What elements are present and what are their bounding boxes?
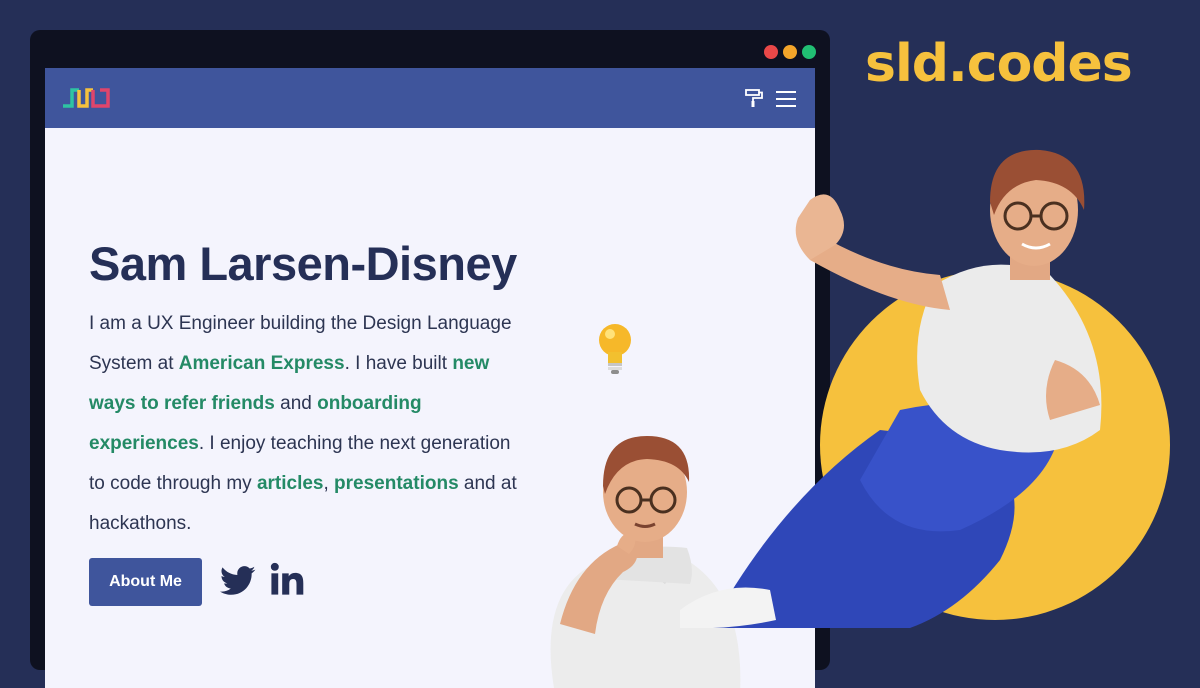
lightbulb-icon	[599, 324, 631, 374]
hamburger-menu-icon[interactable]	[776, 90, 796, 108]
linkedin-icon[interactable]	[270, 562, 304, 596]
bio-text: . I have built	[344, 353, 453, 374]
minimize-dot[interactable]	[783, 45, 797, 59]
maximize-dot[interactable]	[802, 45, 816, 59]
sld-logo-icon[interactable]	[62, 87, 110, 109]
close-dot[interactable]	[764, 45, 778, 59]
link-american-express[interactable]: American Express	[179, 353, 345, 374]
bio-paragraph: I am a UX Engineer building the Design L…	[89, 304, 519, 544]
hero-name: Sam Larsen-Disney	[89, 237, 517, 290]
site-navbar	[45, 68, 815, 128]
waving-person-illustration	[680, 149, 1170, 628]
bio-text: and	[274, 393, 318, 414]
window-controls	[764, 45, 816, 59]
brand-title: sld.codes	[865, 34, 1133, 94]
bio-text: ,	[323, 473, 335, 494]
paint-brush-icon[interactable]	[744, 88, 764, 108]
twitter-icon[interactable]	[220, 566, 256, 596]
link-presentations[interactable]: presentations	[334, 473, 459, 494]
about-me-button[interactable]: About Me	[89, 558, 202, 606]
link-articles[interactable]: articles	[257, 473, 324, 494]
